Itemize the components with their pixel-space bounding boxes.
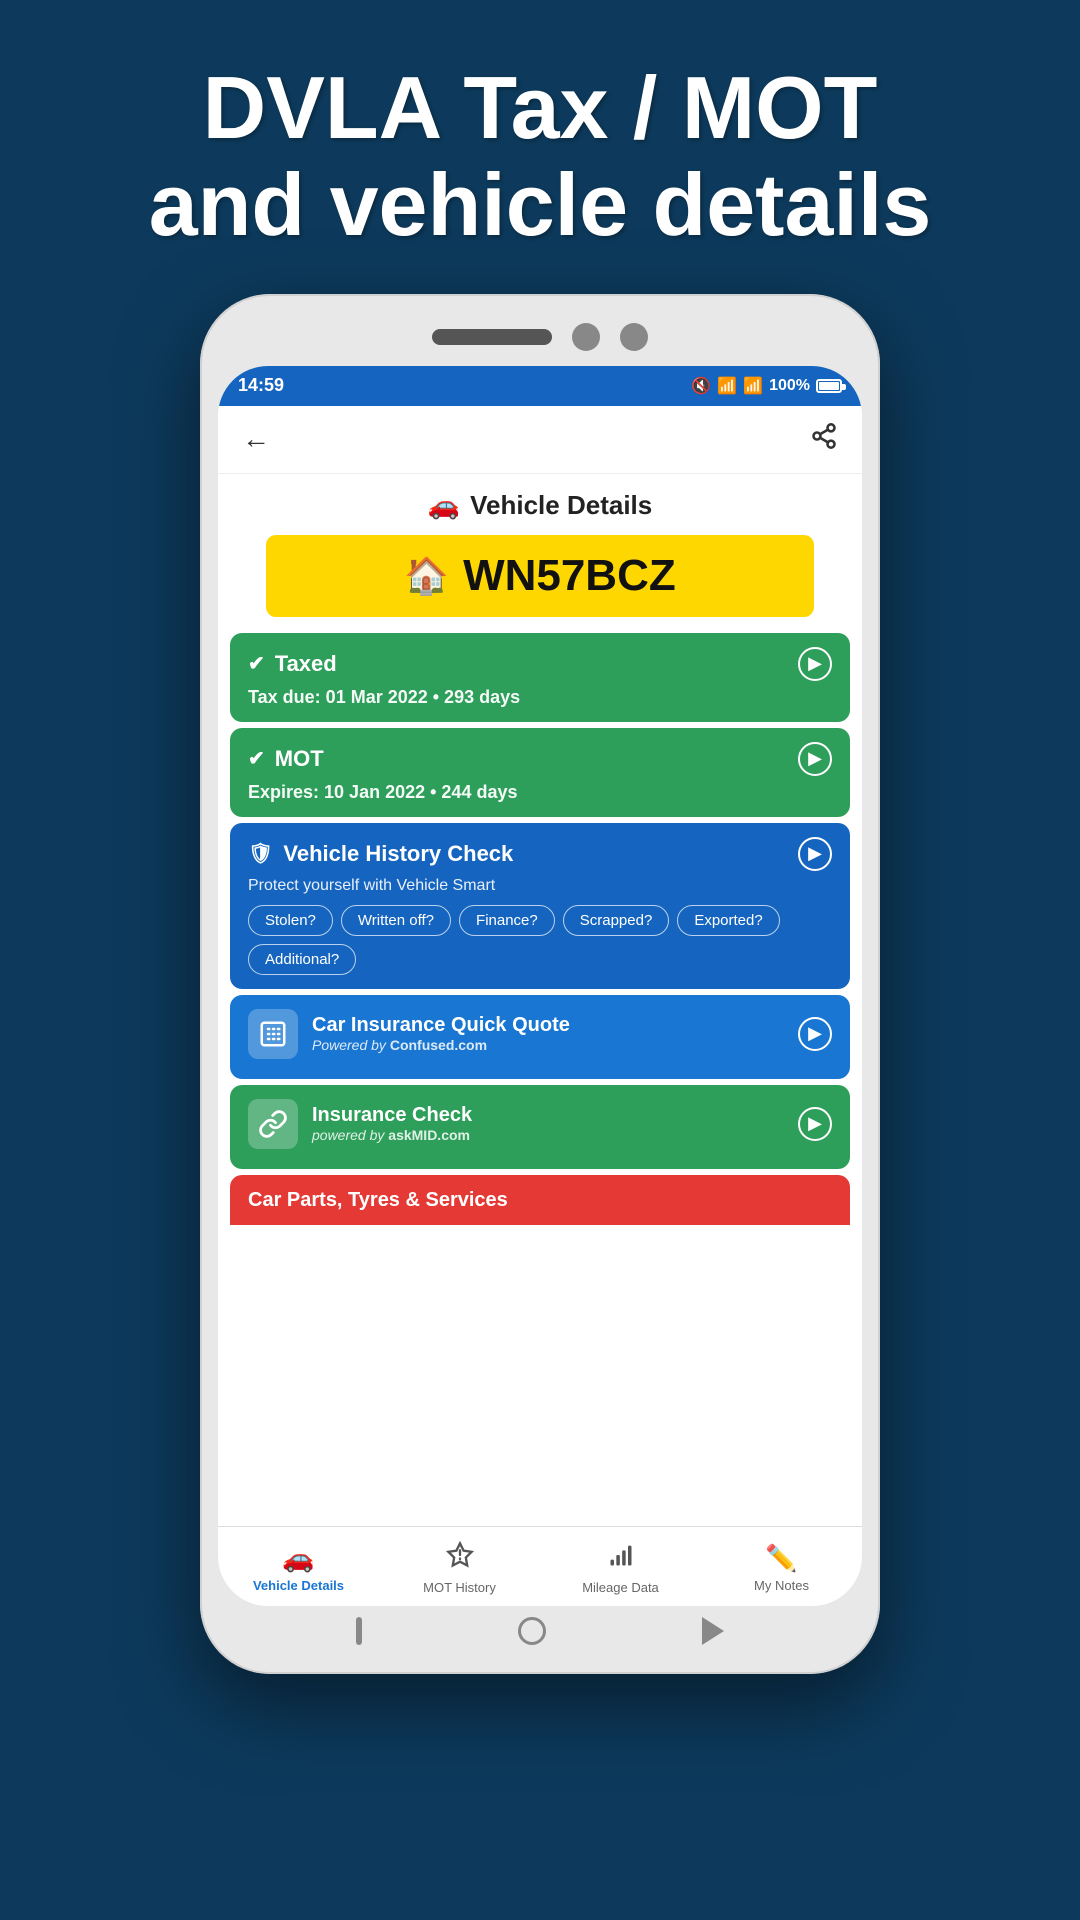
plate-number: WN57BCZ xyxy=(463,551,676,601)
insurance-quote-card[interactable]: Car Insurance Quick Quote Powered by Con… xyxy=(230,995,850,1079)
status-bar: 14:59 🔇 📶 📶 100% xyxy=(218,366,862,406)
speaker-bar xyxy=(432,329,552,345)
stolen-button[interactable]: Stolen? xyxy=(248,905,333,936)
camera-dot xyxy=(572,323,600,351)
gesture-circle xyxy=(518,1617,546,1645)
mot-subtitle: Expires: 10 Jan 2022 • 244 days xyxy=(248,782,832,803)
taxed-title: Taxed xyxy=(275,651,337,677)
phone-bottom-bar xyxy=(218,1606,862,1656)
nav-mot-icon xyxy=(446,1541,474,1576)
nav-notes-label: My Notes xyxy=(754,1578,809,1593)
bottom-nav: 🚗 Vehicle Details MOT History xyxy=(218,1526,862,1606)
ins-check-subtitle: powered by askMID.com xyxy=(312,1127,798,1143)
phone-screen: 14:59 🔇 📶 📶 100% ← xyxy=(218,366,862,1606)
calculator-icon xyxy=(248,1009,298,1059)
taxed-arrow[interactable]: ▶ xyxy=(798,647,832,681)
gesture-triangle xyxy=(702,1617,724,1645)
confused-brand: Confused.com xyxy=(390,1037,487,1053)
nav-car-icon: 🚗 xyxy=(282,1543,314,1574)
nav-notes-icon: ✏️ xyxy=(765,1543,797,1574)
battery-pct: 100% xyxy=(769,377,810,395)
car-parts-card[interactable]: Car Parts, Tyres & Services xyxy=(230,1175,850,1225)
ins-check-title: Insurance Check xyxy=(312,1104,798,1127)
header-line2: and vehicle details xyxy=(149,155,932,254)
nav-mot-history[interactable]: MOT History xyxy=(379,1541,540,1595)
check-icon2: ✔ xyxy=(248,746,265,771)
garage-icon: 🏠 xyxy=(404,555,449,597)
exported-button[interactable]: Exported? xyxy=(677,905,779,936)
mute-icon: 🔇 xyxy=(691,376,711,396)
nav-mileage-label: Mileage Data xyxy=(582,1580,659,1595)
license-plate: 🏠 WN57BCZ xyxy=(266,535,813,617)
page-header: DVLA Tax / MOT and vehicle details xyxy=(69,0,1012,294)
history-arrow[interactable]: ▶ xyxy=(798,837,832,871)
battery-icon xyxy=(816,379,842,393)
nav-notes[interactable]: ✏️ My Notes xyxy=(701,1543,862,1593)
nav-mileage[interactable]: Mileage Data xyxy=(540,1541,701,1595)
app-header: ← xyxy=(218,406,862,474)
ins-check-arrow[interactable]: ▶ xyxy=(798,1107,832,1141)
status-icons: 🔇 📶 📶 100% xyxy=(691,376,842,396)
history-check-buttons: Stolen? Written off? Finance? Scrapped? … xyxy=(248,905,832,975)
mot-arrow[interactable]: ▶ xyxy=(798,742,832,776)
header-line1: DVLA Tax / MOT xyxy=(203,58,878,157)
back-button[interactable]: ← xyxy=(242,423,270,455)
signal-icon: 📶 xyxy=(743,376,763,396)
nav-vehicle-details[interactable]: 🚗 Vehicle Details xyxy=(218,1543,379,1593)
insurance-check-card[interactable]: Insurance Check powered by askMID.com ▶ xyxy=(230,1085,850,1169)
history-check-card[interactable]: 🛡 Vehicle History Check ▶ Protect yourse… xyxy=(230,823,850,989)
quote-arrow[interactable]: ▶ xyxy=(798,1017,832,1051)
finance-button[interactable]: Finance? xyxy=(459,905,555,936)
askmid-brand: askMID.com xyxy=(388,1127,470,1143)
written-off-button[interactable]: Written off? xyxy=(341,905,451,936)
phone-notch xyxy=(218,312,862,362)
vehicle-title: 🚗 Vehicle Details xyxy=(218,474,862,529)
car-icon: 🚗 xyxy=(428,490,460,521)
history-title: Vehicle History Check xyxy=(283,841,513,867)
scrapped-button[interactable]: Scrapped? xyxy=(563,905,670,936)
gesture-bar xyxy=(356,1617,362,1645)
additional-button[interactable]: Additional? xyxy=(248,944,356,975)
mot-card[interactable]: ✔ MOT ▶ Expires: 10 Jan 2022 • 244 days xyxy=(230,728,850,817)
taxed-card[interactable]: ✔ Taxed ▶ Tax due: 01 Mar 2022 • 293 day… xyxy=(230,633,850,722)
camera-dot2 xyxy=(620,323,648,351)
quote-subtitle: Powered by Confused.com xyxy=(312,1037,798,1053)
history-description: Protect yourself with Vehicle Smart xyxy=(248,877,832,895)
share-button[interactable] xyxy=(810,422,838,457)
shield-icon: 🛡 xyxy=(248,841,273,866)
check-icon: ✔ xyxy=(248,651,265,676)
wifi-icon: 📶 xyxy=(717,376,737,396)
mot-title: MOT xyxy=(275,746,324,772)
nav-vehicle-label: Vehicle Details xyxy=(253,1578,344,1593)
car-parts-title: Car Parts, Tyres & Services xyxy=(248,1189,508,1212)
status-time: 14:59 xyxy=(238,375,284,396)
content-area: 🚗 Vehicle Details 🏠 WN57BCZ ✔ Taxed ▶ Ta… xyxy=(218,474,862,1526)
phone-frame: 14:59 🔇 📶 📶 100% ← xyxy=(200,294,880,1674)
taxed-subtitle: Tax due: 01 Mar 2022 • 293 days xyxy=(248,687,832,708)
quote-title: Car Insurance Quick Quote xyxy=(312,1014,798,1037)
link-icon xyxy=(248,1099,298,1149)
nav-mot-label: MOT History xyxy=(423,1580,496,1595)
nav-mileage-icon xyxy=(607,1541,635,1576)
